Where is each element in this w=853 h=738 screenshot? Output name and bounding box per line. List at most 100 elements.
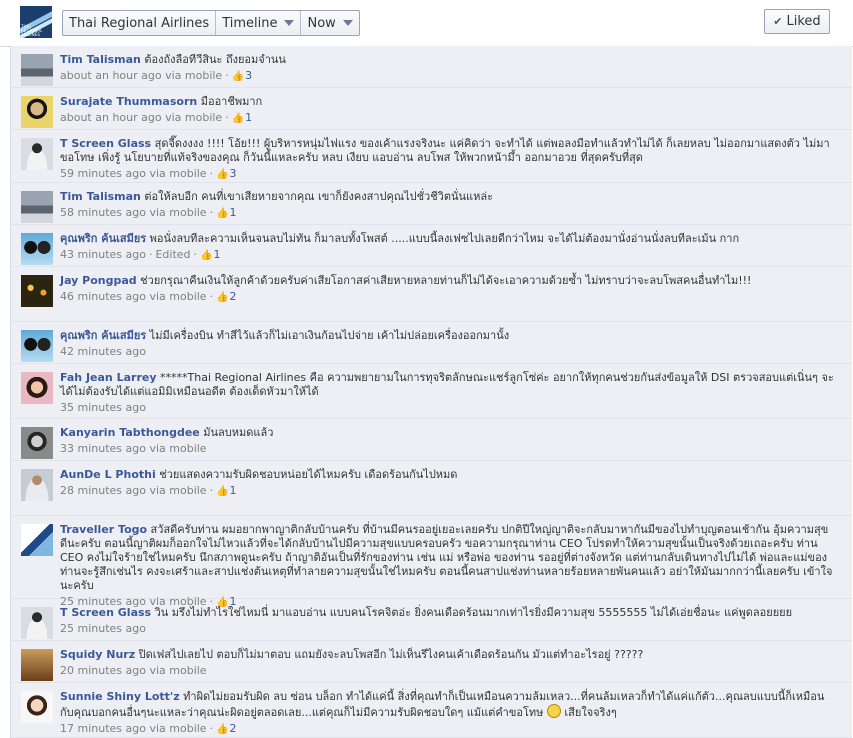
- comment-author[interactable]: AunDe L Phothi: [60, 468, 156, 481]
- comment-author[interactable]: Traveller Togo: [60, 523, 147, 536]
- comment-row: คุณพริก ค้นเสมียร พอนั่งลบทีละความเห็นจน…: [11, 225, 852, 267]
- comment-text: วิน มรึงไม่ทำไรใช่ไหมนี่ มาแอบอ่าน แบบคน…: [151, 606, 793, 619]
- comment-row: T Screen Glass สุดจี๊ดงงงง !!!! โอ้ย!!! …: [11, 130, 852, 183]
- comment-body: Tim Talisman ต้องถังลือทีวีสินะ ถึงยอมจำ…: [60, 53, 834, 67]
- comment-row: Fah Jean Larrey *****Thai Regional Airli…: [11, 364, 852, 419]
- breadcrumb-now[interactable]: Now: [301, 11, 358, 35]
- comment-author[interactable]: Sunnie Shiny Lott'z: [60, 690, 180, 703]
- comment-content: Kanyarin Tabthongdee มันลบหมดแล้ว 33 minu…: [60, 426, 834, 456]
- comment-content: T Screen Glass สุดจี๊ดงงงง !!!! โอ้ย!!! …: [60, 137, 834, 182]
- comment-meta: 58 minutes ago via mobile · 👍1: [60, 206, 834, 221]
- comment-content: AunDe L Phothi ช่วยแสดงความรับผิดชอบหน่อ…: [60, 468, 834, 499]
- avatar[interactable]: [21, 372, 53, 404]
- comment-meta: 20 minutes ago via mobile: [60, 664, 834, 678]
- edited-label[interactable]: Edited: [155, 248, 190, 261]
- avatar[interactable]: [21, 54, 53, 86]
- top-bar: THAI REGIONAL AIRLINES Thai Regional Air…: [0, 0, 853, 47]
- avatar[interactable]: [21, 330, 53, 362]
- separator-dot: ·: [209, 722, 214, 735]
- breadcrumb-page[interactable]: Thai Regional Airlines: [63, 11, 217, 35]
- avatar[interactable]: [21, 607, 53, 639]
- like-count[interactable]: 👍3: [232, 69, 252, 82]
- like-count[interactable]: 👍1: [200, 248, 220, 261]
- comment-author[interactable]: Squidy Nurz: [60, 648, 135, 661]
- avatar[interactable]: [21, 469, 53, 501]
- separator-dot: ·: [209, 206, 214, 219]
- separator-dot: ·: [225, 111, 229, 124]
- avatar[interactable]: [21, 138, 53, 170]
- comment-timestamp[interactable]: 17 minutes ago via mobile: [60, 722, 207, 735]
- comment-meta: 25 minutes ago: [60, 622, 834, 636]
- thumbs-up-icon: 👍: [216, 486, 229, 497]
- comment-author[interactable]: คุณพริก ค้นเสมียร: [60, 232, 146, 245]
- comment-list: Tim Talisman ต้องถังลือทีวีสินะ ถึงยอมจำ…: [10, 46, 852, 738]
- comment-meta: 35 minutes ago: [60, 401, 834, 415]
- comment-timestamp[interactable]: 59 minutes ago via mobile: [60, 167, 207, 180]
- like-count[interactable]: 👍2: [216, 722, 236, 735]
- avatar[interactable]: [21, 275, 53, 307]
- comment-meta: 43 minutes ago · Edited · 👍1: [60, 248, 834, 263]
- comment-author[interactable]: Jay Pongpad: [60, 274, 137, 287]
- comment-meta: 33 minutes ago via mobile: [60, 442, 834, 456]
- comment-content: คุณพริก ค้นเสมียร พอนั่งลบทีละความเห็นจน…: [60, 232, 834, 263]
- comment-timestamp[interactable]: 42 minutes ago: [60, 345, 146, 358]
- comment-author[interactable]: คุณพริก ค้นเสมียร: [60, 329, 146, 342]
- comment-timestamp[interactable]: about an hour ago via mobile: [60, 111, 222, 124]
- comment-timestamp[interactable]: 46 minutes ago via mobile: [60, 290, 207, 303]
- separator-dot: ·: [209, 167, 214, 180]
- liked-button[interactable]: ✔ Liked: [764, 9, 830, 34]
- comment-timestamp[interactable]: 58 minutes ago via mobile: [60, 206, 207, 219]
- comment-text: ปิดเฟสไปเลยไป ตอบก็ไม่มาตอบ แถมยังจะลบโพ…: [135, 648, 644, 661]
- like-count[interactable]: 👍1: [216, 484, 236, 497]
- like-count[interactable]: 👍1: [216, 206, 236, 219]
- comment-author[interactable]: T Screen Glass: [60, 137, 151, 150]
- comment-text: สุดจี๊ดงงงง !!!! โอ้ย!!! ผู้บริหารหนุ่มไ…: [60, 137, 830, 164]
- liked-label: Liked: [786, 14, 821, 29]
- comment-author[interactable]: Tim Talisman: [60, 53, 141, 66]
- comment-meta: 59 minutes ago via mobile · 👍3: [60, 167, 834, 182]
- comment-timestamp[interactable]: 25 minutes ago: [60, 622, 146, 635]
- comment-content: Tim Talisman ต่อให้ลบอีก คนที่เขาเสียหาย…: [60, 190, 834, 221]
- like-count[interactable]: 👍1: [232, 111, 252, 124]
- comment-text: *****Thai Regional Airlines คือ ความพยาย…: [60, 371, 834, 398]
- check-icon: ✔: [773, 15, 783, 28]
- comment-row: คุณพริก ค้นเสมียร ไม่มีเครื่องบิน ทำสีไว…: [11, 322, 852, 364]
- separator-dot: ·: [193, 248, 198, 261]
- comment-body: T Screen Glass วิน มรึงไม่ทำไรใช่ไหมนี่ …: [60, 606, 834, 620]
- avatar[interactable]: [21, 191, 53, 223]
- comment-author[interactable]: Surajate Thummasorn: [60, 95, 197, 108]
- avatar[interactable]: [21, 96, 53, 128]
- comment-author[interactable]: T Screen Glass: [60, 606, 151, 619]
- comment-author[interactable]: Fah Jean Larrey: [60, 371, 157, 384]
- comment-text: ช่วยแสดงความรับผิดชอบหน่อยได้ไหมครับ เดื…: [155, 468, 458, 481]
- like-count[interactable]: 👍3: [216, 167, 236, 180]
- comment-row: AunDe L Phothi ช่วยแสดงความรับผิดชอบหน่อ…: [11, 461, 852, 516]
- comment-timestamp[interactable]: 20 minutes ago via mobile: [60, 664, 207, 677]
- comment-row: Squidy Nurz ปิดเฟสไปเลยไป ตอบก็ไม่มาตอบ …: [11, 641, 852, 683]
- like-count[interactable]: 👍2: [216, 290, 236, 303]
- comment-timestamp[interactable]: 28 minutes ago via mobile: [60, 484, 207, 497]
- like-count-number: 1: [213, 248, 221, 261]
- comment-text: ไม่มีเครื่องบิน ทำสีไว้แล้วก็ไม่เอาเงินก…: [146, 329, 510, 342]
- avatar[interactable]: [21, 427, 53, 459]
- comment-author[interactable]: Kanyarin Tabthongdee: [60, 426, 200, 439]
- comment-body: Sunnie Shiny Lott'z ทำผิดไม่ยอมรับผิด ลบ…: [60, 690, 834, 720]
- avatar[interactable]: [21, 233, 53, 265]
- avatar[interactable]: [21, 691, 53, 723]
- comment-text: ช่วยกรุณาคืนเงินให้ลูกค้าด้วยครับค่าเสีย…: [136, 274, 752, 287]
- comment-body: คุณพริก ค้นเสมียร ไม่มีเครื่องบิน ทำสีไว…: [60, 329, 834, 343]
- like-count-number: 3: [229, 167, 237, 180]
- avatar[interactable]: [21, 524, 53, 556]
- comment-content: Jay Pongpad ช่วยกรุณาคืนเงินให้ลูกค้าด้ว…: [60, 274, 834, 305]
- breadcrumb-timeline[interactable]: Timeline: [216, 11, 302, 35]
- comment-body: Surajate Thummasorn มืออาชีพมาก: [60, 95, 834, 109]
- comment-timestamp[interactable]: 35 minutes ago: [60, 401, 146, 414]
- avatar[interactable]: [21, 649, 53, 681]
- comment-timestamp[interactable]: 33 minutes ago via mobile: [60, 442, 207, 455]
- comment-author[interactable]: Tim Talisman: [60, 190, 141, 203]
- comment-body: AunDe L Phothi ช่วยแสดงความรับผิดชอบหน่อ…: [60, 468, 834, 482]
- airline-logo[interactable]: THAI REGIONAL AIRLINES: [20, 6, 52, 38]
- comment-text-tail: เสียใจจริงๆ: [560, 706, 617, 719]
- comment-timestamp[interactable]: 43 minutes ago: [60, 248, 146, 261]
- comment-timestamp[interactable]: about an hour ago via mobile: [60, 69, 222, 82]
